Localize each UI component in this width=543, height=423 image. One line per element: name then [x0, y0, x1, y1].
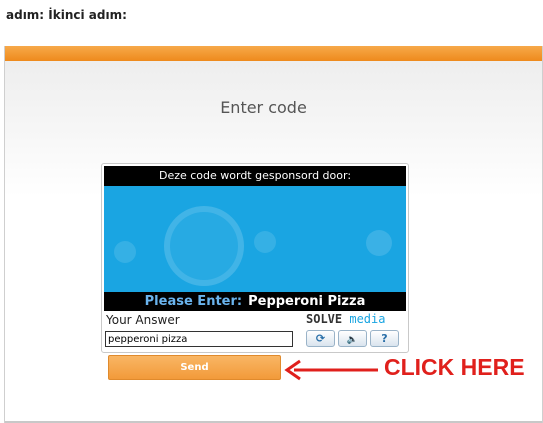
click-here-annotation: CLICK HERE [384, 354, 525, 380]
ad-bubble-small [114, 241, 136, 263]
panel-title: Enter code [220, 98, 307, 117]
answer-label: Your Answer [106, 313, 180, 327]
ad-bubble-right [254, 231, 276, 253]
speaker-icon: 🔈 [346, 335, 359, 345]
panel-header-bar [5, 46, 542, 61]
prompt-label: Please Enter: [144, 294, 243, 309]
sponsor-text: Deze code wordt gesponsord door: [104, 166, 406, 186]
help-button[interactable]: ? [370, 330, 399, 347]
refresh-button[interactable]: ⟳ [306, 330, 335, 347]
solve-media-logo: SOLVE media [306, 312, 385, 326]
help-icon: ? [381, 332, 388, 345]
send-button[interactable]: Send [108, 355, 281, 380]
audio-button[interactable]: 🔈 [338, 330, 367, 347]
step-caption: adım: İkinci adım: [6, 8, 127, 22]
prompt-value: Pepperoni Pizza [248, 294, 366, 309]
arrow-icon [284, 359, 378, 381]
ad-bubble-edge [366, 230, 392, 256]
sponsor-ad[interactable] [104, 186, 406, 292]
solve-media-widget: Deze code wordt gesponsord door: Please … [101, 163, 409, 353]
captcha-prompt: Please Enter: Pepperoni Pizza [104, 292, 406, 311]
brand-media: media [349, 312, 386, 326]
answer-input[interactable] [105, 331, 293, 347]
ad-bubble-large [164, 206, 244, 286]
refresh-icon: ⟳ [315, 332, 326, 345]
brand-solve: SOLVE [306, 312, 343, 326]
